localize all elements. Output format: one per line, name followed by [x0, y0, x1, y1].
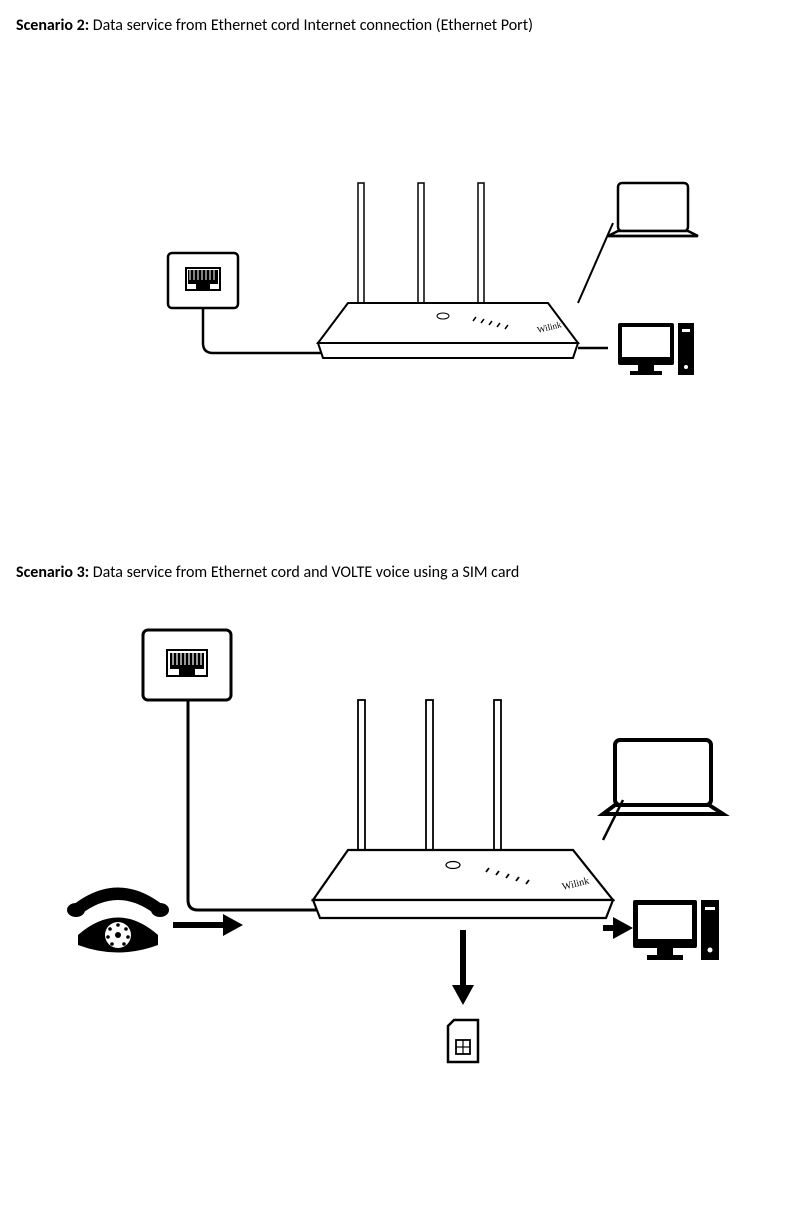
scenario-2-text-2: Internet connection (Ethernet Port) [300, 16, 533, 35]
scenario-2-emph: Ethernet cord [211, 16, 300, 35]
laptop-icon [608, 183, 698, 236]
router-icon: Wilink [318, 183, 578, 358]
arrow-down-icon [452, 930, 474, 1005]
router-icon: Wilink [313, 700, 613, 918]
scenario-3-emph: Ethernet cord [211, 563, 300, 582]
sim-card-icon [448, 1020, 478, 1062]
scenario-3-diagram: Wilink [48, 590, 748, 1110]
arrow-right-icon [603, 917, 633, 939]
desktop-icon [633, 900, 719, 960]
scenario-3-text-2: and VOLTE voice using a SIM card [300, 563, 519, 582]
desktop-icon [618, 323, 694, 375]
arrow-right-icon [173, 914, 243, 936]
scenario-2-label: Scenario 2: [16, 16, 89, 35]
scenario-3-text-1: Data service from [89, 563, 211, 582]
scenario-3-label: Scenario 3: [16, 563, 89, 582]
scenario-2-heading: Scenario 2: Data service from Ethernet c… [16, 16, 780, 35]
ethernet-wall-jack-icon [143, 630, 231, 700]
ethernet-wall-jack-icon [168, 253, 238, 308]
scenario-3-heading: Scenario 3: Data service from Ethernet c… [16, 563, 780, 582]
telephone-icon [67, 888, 169, 953]
scenario-2-diagram: Wilink [78, 103, 718, 443]
scenario-2-text-1: Data service from [89, 16, 211, 35]
